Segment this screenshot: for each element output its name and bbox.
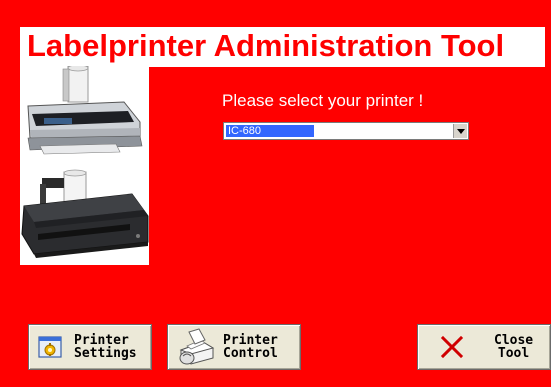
printer-control-label: Printer Control (223, 334, 278, 360)
close-x-icon (440, 335, 464, 359)
printer-settings-icon (38, 335, 62, 359)
inkjet-printer-image (27, 64, 143, 155)
printer-control-icon (175, 328, 215, 366)
close-tool-label: Close Tool (494, 334, 533, 360)
select-printer-prompt: Please select your printer ! (222, 91, 424, 110)
printer-control-label-line2: Control (223, 346, 278, 361)
printer-select-dropdown[interactable]: IC-680 (223, 122, 469, 140)
printer-control-button[interactable]: Printer Control (167, 324, 301, 370)
printer-settings-label: Printer Settings (74, 334, 137, 360)
printer-settings-button[interactable]: Printer Settings (28, 324, 152, 370)
close-tool-button[interactable]: Close Tool (417, 324, 551, 370)
app-title: Labelprinter Administration Tool (27, 28, 505, 63)
close-tool-label-line2: Tool (497, 346, 530, 361)
printer-images-panel (20, 64, 149, 265)
label-printer-image (21, 169, 149, 258)
printer-illustration (21, 64, 149, 258)
printer-settings-label-line2: Settings (74, 346, 137, 361)
app-window: Labelprinter Administration Tool Please … (0, 0, 551, 387)
printer-select-value: IC-680 (226, 125, 314, 137)
chevron-down-icon[interactable] (453, 124, 467, 138)
